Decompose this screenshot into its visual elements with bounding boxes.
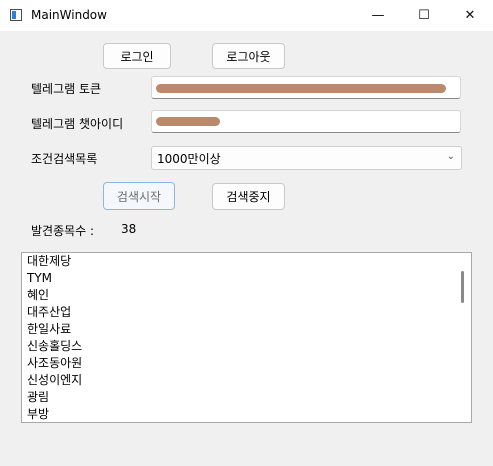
list-item[interactable]: 대한제당 xyxy=(22,253,471,270)
token-field[interactable] xyxy=(151,76,461,99)
found-count-label: 발견종목수 : xyxy=(31,224,95,238)
list-item[interactable]: 대주산업 xyxy=(22,304,471,321)
window-title: MainWindow xyxy=(31,8,107,22)
list-item[interactable]: 혜인 xyxy=(22,287,471,304)
title-bar: MainWindow — ☐ ✕ xyxy=(0,0,493,31)
chat-id-field[interactable] xyxy=(151,110,461,133)
login-button[interactable]: 로그인 xyxy=(103,43,171,69)
stop-search-button[interactable]: 검색중지 xyxy=(212,183,285,210)
token-label: 텔레그램 토큰 xyxy=(31,82,102,96)
list-item[interactable]: 신성이엔지 xyxy=(22,372,471,389)
scrollbar-thumb[interactable] xyxy=(461,271,464,303)
list-item[interactable]: 사조동아원 xyxy=(22,355,471,372)
list-item[interactable]: 신송홀딩스 xyxy=(22,338,471,355)
close-icon[interactable]: ✕ xyxy=(447,0,493,31)
list-item[interactable]: 광림 xyxy=(22,389,471,406)
minimize-icon[interactable]: — xyxy=(355,0,401,31)
result-list[interactable]: 대한제당 TYM 혜인 대주산업 한일사료 신송홀딩스 사조동아원 신성이엔지 광림 부방 xyxy=(21,252,472,423)
maximize-icon[interactable]: ☐ xyxy=(401,0,447,31)
start-search-button[interactable]: 검색시작 xyxy=(103,182,175,210)
list-item[interactable]: 부방 xyxy=(22,406,471,422)
condition-selected-value: 1000만이상 xyxy=(157,152,221,166)
condition-label: 조건검색목록 xyxy=(31,152,98,166)
result-list-items: 대한제당 TYM 혜인 대주산업 한일사료 신송홀딩스 사조동아원 신성이엔지 광림 부방 xyxy=(22,253,471,422)
redacted-token xyxy=(156,84,446,93)
condition-select[interactable]: 1000만이상 ⌄ xyxy=(151,146,462,170)
app-icon xyxy=(10,9,22,21)
logout-button[interactable]: 로그아웃 xyxy=(212,43,285,69)
chevron-down-icon: ⌄ xyxy=(446,151,455,162)
list-item[interactable]: 한일사료 xyxy=(22,321,471,338)
chat-id-label: 텔레그램 챗아이디 xyxy=(31,117,124,131)
found-count-value: 38 xyxy=(121,222,137,236)
redacted-chat-id xyxy=(156,117,220,126)
list-item[interactable]: TYM xyxy=(22,270,471,287)
